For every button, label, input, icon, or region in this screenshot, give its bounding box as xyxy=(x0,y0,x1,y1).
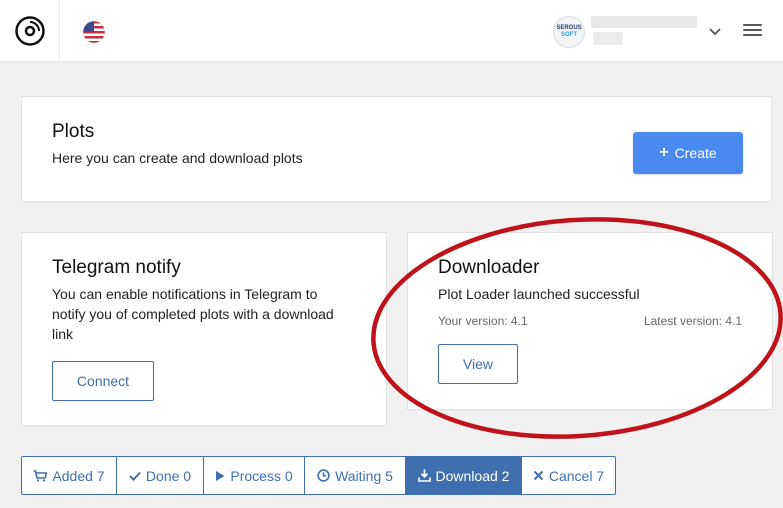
plus-icon: + xyxy=(659,144,669,161)
telegram-title: Telegram notify xyxy=(52,257,181,278)
user-menu-toggle[interactable] xyxy=(705,22,725,42)
telegram-card: Telegram notify You can enable notificat… xyxy=(21,232,387,426)
tab-download-label: Download 2 xyxy=(435,467,510,484)
tab-added[interactable]: Added 7 xyxy=(22,457,117,494)
avatar-text-line2: SOFT xyxy=(561,32,577,38)
plots-card: Plots Here you can create and download p… xyxy=(21,96,772,202)
tab-process-label: Process 0 xyxy=(230,467,293,484)
tab-download[interactable]: Download 2 xyxy=(406,457,522,494)
clock-icon xyxy=(317,469,330,482)
downloader-status: Plot Loader launched successful xyxy=(438,286,640,302)
view-button[interactable]: View xyxy=(438,344,518,384)
status-filter-tabs: Added 7 Done 0 Process 0 Waiting 5 Downl… xyxy=(21,456,616,495)
your-version: Your version: 4.1 xyxy=(438,314,528,328)
us-flag-icon xyxy=(82,20,106,44)
plots-description: Here you can create and download plots xyxy=(52,150,303,166)
connect-button[interactable]: Connect xyxy=(52,361,154,401)
hamburger-icon[interactable] xyxy=(740,21,764,41)
user-avatar[interactable]: SEROUS SOFT xyxy=(553,16,585,48)
downloader-title: Downloader xyxy=(438,257,540,278)
tab-cancel[interactable]: Cancel 7 xyxy=(522,457,615,494)
latest-version: Latest version: 4.1 xyxy=(643,314,742,328)
user-id-redacted xyxy=(593,32,623,45)
download-icon xyxy=(417,469,431,482)
logo-link[interactable] xyxy=(0,0,60,62)
top-bar: SEROUS SOFT xyxy=(0,0,783,62)
downloader-card: Downloader Plot Loader launched successf… xyxy=(407,232,773,410)
tab-waiting[interactable]: Waiting 5 xyxy=(305,457,406,494)
cart-icon xyxy=(33,469,48,482)
user-name-redacted xyxy=(591,16,697,28)
view-label: View xyxy=(462,356,494,372)
tab-done-label: Done 0 xyxy=(145,467,192,484)
tab-done[interactable]: Done 0 xyxy=(117,457,204,494)
tab-process[interactable]: Process 0 xyxy=(204,457,305,494)
tab-cancel-label: Cancel 7 xyxy=(548,467,605,484)
plots-title: Plots xyxy=(52,121,95,142)
create-label: Create xyxy=(674,145,717,161)
tab-waiting-label: Waiting 5 xyxy=(335,467,393,484)
disc-logo-icon xyxy=(14,16,45,46)
check-icon xyxy=(129,471,141,481)
chevron-down-icon xyxy=(709,28,721,36)
language-selector[interactable] xyxy=(72,16,116,48)
avatar-text-line1: SEROUS xyxy=(556,25,582,31)
times-icon xyxy=(533,470,544,481)
connect-label: Connect xyxy=(76,373,130,389)
play-icon xyxy=(216,470,225,481)
tab-added-label: Added 7 xyxy=(52,467,105,484)
telegram-description: You can enable notifications in Telegram… xyxy=(52,286,334,342)
create-button[interactable]: + Create xyxy=(633,132,743,174)
